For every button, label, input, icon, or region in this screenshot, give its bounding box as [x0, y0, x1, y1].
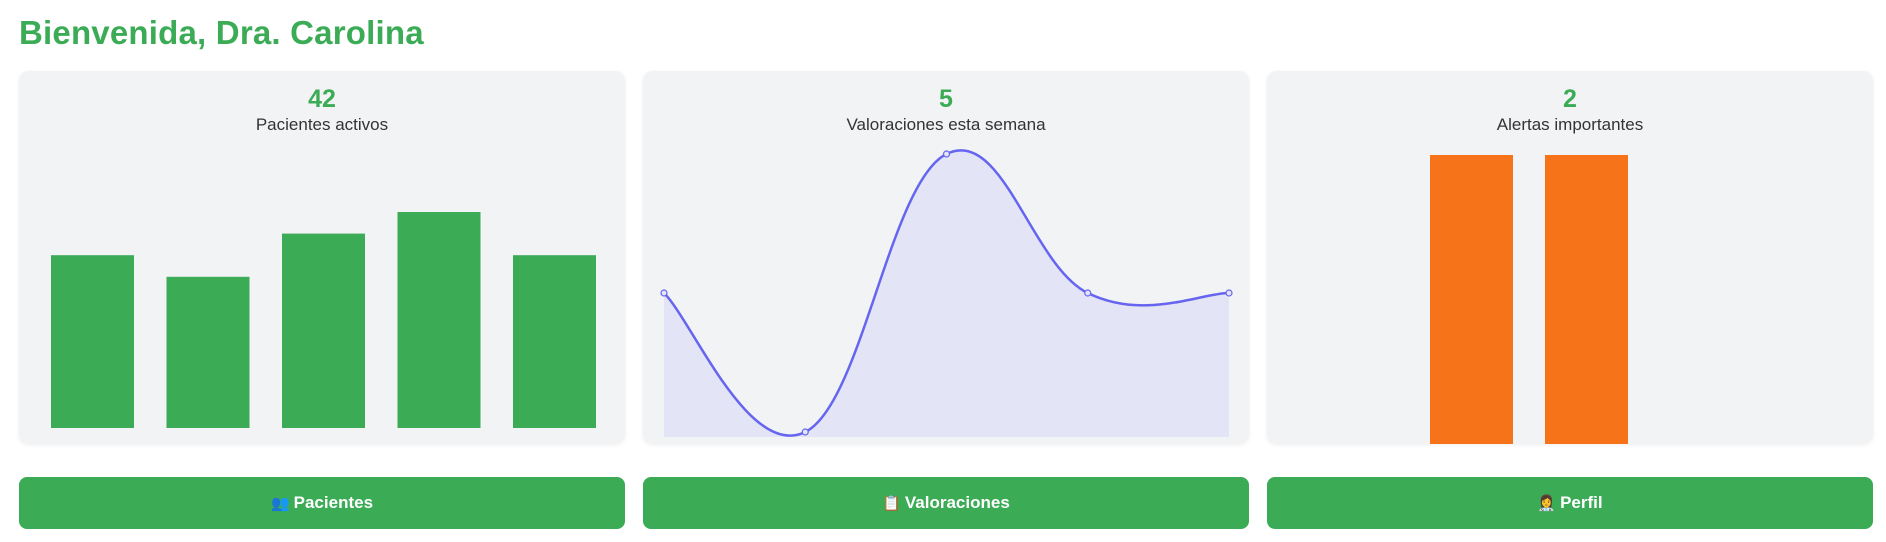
- line-area: [664, 150, 1229, 437]
- bar: [1545, 155, 1628, 444]
- bar: [513, 255, 596, 428]
- patients-button-label: Pacientes: [293, 493, 374, 512]
- line-point: [1225, 289, 1233, 297]
- bar: [1430, 155, 1513, 444]
- bar: [282, 233, 365, 428]
- bar: [51, 255, 134, 428]
- line-point: [660, 289, 668, 297]
- profile-button-label: Perfil: [1560, 493, 1603, 512]
- bar: [166, 276, 250, 428]
- assessments-button[interactable]: 📋 Valoraciones: [643, 477, 1249, 529]
- stat-card-assessments: 5 Valoraciones esta semana: [643, 71, 1249, 444]
- page-title: Bienvenida, Dra. Carolina: [19, 14, 424, 51]
- patients-bar-chart: [51, 212, 596, 428]
- assessments-button-label: Valoraciones: [904, 493, 1010, 512]
- users-icon: 👥: [270, 495, 290, 512]
- line-point: [801, 428, 809, 436]
- doctor-icon: 👩‍⚕️: [1537, 495, 1557, 512]
- bar: [397, 212, 481, 428]
- clipboard-icon: 📋: [882, 495, 901, 512]
- stat-card-patients: 42 Pacientes activos: [19, 71, 625, 444]
- stat-card-alerts: 2 Alertas importantes: [1267, 71, 1873, 444]
- line-point: [1084, 289, 1092, 297]
- profile-button[interactable]: 👩‍⚕️ Perfil: [1267, 477, 1873, 529]
- assessments-line-chart: [660, 149, 1233, 437]
- line-point: [942, 150, 951, 158]
- patients-button[interactable]: 👥 Pacientes: [19, 477, 625, 529]
- alerts-bar-chart: [1430, 155, 1628, 444]
